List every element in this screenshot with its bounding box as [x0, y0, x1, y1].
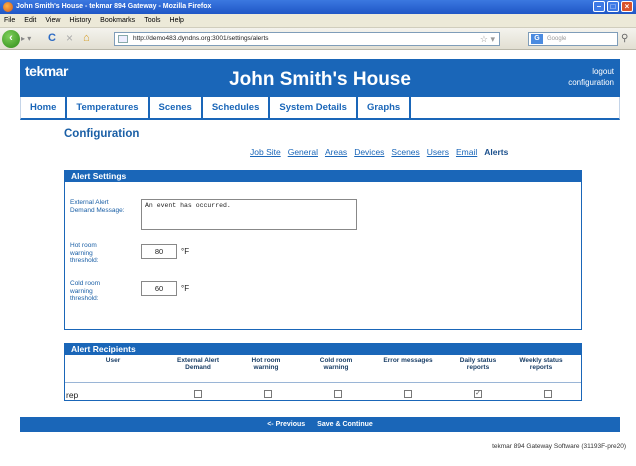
page: tekmar John Smith's House logout configu…	[0, 51, 636, 466]
window-titlebar: John Smith's House - tekmar 894 Gateway …	[0, 0, 636, 14]
logout-link[interactable]: logout	[568, 66, 614, 77]
subnav-email[interactable]: Email	[456, 147, 477, 157]
reload-icon[interactable]: C	[48, 32, 56, 45]
external-alert-message-field[interactable]: An event has occurred.	[141, 199, 357, 230]
page-title: Configuration	[64, 128, 140, 140]
subnav-users[interactable]: Users	[427, 147, 449, 157]
site-title: John Smith's House	[229, 69, 411, 90]
forward-dropdown-icon[interactable]: ▸ ▾	[21, 33, 35, 45]
software-version: tekmar 894 Gateway Software (31193F-pre2…	[492, 443, 626, 450]
site-header: tekmar John Smith's House logout configu…	[20, 59, 620, 97]
menu-edit[interactable]: Edit	[24, 14, 36, 27]
search-input[interactable]: G Google	[528, 32, 618, 46]
tab-home[interactable]: Home	[21, 97, 68, 118]
hot-room-label: Hot room warning threshold:	[70, 242, 99, 264]
subnav-scenes[interactable]: Scenes	[391, 147, 419, 157]
stop-icon[interactable]: ×	[66, 31, 73, 45]
checkbox-cold-room-warning[interactable]	[334, 390, 342, 398]
search-engine-icon[interactable]: G	[531, 34, 543, 44]
menu-history[interactable]: History	[69, 14, 91, 27]
subnav-general[interactable]: General	[288, 147, 318, 157]
col-external-alert-demand: External Alert Demand	[176, 357, 220, 371]
recipient-user-rep: rep	[66, 390, 79, 400]
menu-tools[interactable]: Tools	[144, 14, 160, 27]
url-text: http://demo483.dyndns.org:3001/settings/…	[133, 35, 269, 42]
alert-recipients-heading: Alert Recipients	[65, 344, 581, 355]
col-error-messages: Error messages	[383, 357, 433, 364]
previous-button[interactable]: <- Previous	[267, 421, 305, 428]
col-hot-room-warning: Hot room warning	[251, 357, 281, 371]
external-alert-label: External Alert Demand Message:	[70, 199, 125, 214]
subnav-alerts[interactable]: Alerts	[484, 147, 508, 157]
navigation-toolbar: ‹ ▸ ▾ C × ⌂ http://demo483.dyndns.org:30…	[0, 28, 636, 50]
home-icon[interactable]: ⌂	[83, 32, 90, 45]
url-bar[interactable]: http://demo483.dyndns.org:3001/settings/…	[114, 32, 500, 46]
checkbox-external-alert-demand[interactable]	[194, 390, 202, 398]
minimize-icon[interactable]: –	[593, 1, 605, 12]
tab-schedules[interactable]: Schedules	[202, 97, 271, 118]
col-cold-room-warning: Cold room warning	[319, 357, 353, 371]
subnav-devices[interactable]: Devices	[354, 147, 384, 157]
tab-graphs[interactable]: Graphs	[357, 97, 412, 118]
config-subnav: Job Site General Areas Devices Scenes Us…	[250, 147, 508, 157]
hot-room-threshold-input[interactable]: 80	[141, 244, 177, 259]
close-icon[interactable]: ×	[621, 1, 633, 12]
checkbox-daily-status-reports[interactable]: ✓	[474, 390, 482, 398]
checkbox-weekly-status-reports[interactable]	[544, 390, 552, 398]
tab-scenes[interactable]: Scenes	[149, 97, 203, 118]
bookmark-star-icon[interactable]: ☆ ▾	[480, 33, 495, 45]
alert-settings-panel: Alert Settings External Alert Demand Mes…	[64, 170, 582, 330]
tab-system-details[interactable]: System Details	[270, 97, 358, 118]
menu-view[interactable]: View	[45, 14, 60, 27]
tab-temperatures[interactable]: Temperatures	[67, 97, 150, 118]
alert-settings-heading: Alert Settings	[65, 171, 581, 182]
menu-file[interactable]: File	[4, 14, 15, 27]
firefox-icon	[3, 2, 13, 12]
checkbox-error-messages[interactable]	[404, 390, 412, 398]
cold-unit: °F	[181, 284, 190, 293]
checkbox-hot-room-warning[interactable]	[264, 390, 272, 398]
menu-bookmarks[interactable]: Bookmarks	[100, 14, 135, 27]
menu-help[interactable]: Help	[170, 14, 184, 27]
col-user: User	[105, 357, 121, 364]
search-go-icon[interactable]: ⚲	[621, 33, 628, 44]
alert-recipients-panel: Alert Recipients User External Alert Dem…	[64, 343, 582, 401]
maximize-icon[interactable]: □	[607, 1, 619, 12]
search-placeholder: Google	[547, 36, 567, 42]
configuration-link[interactable]: configuration	[568, 77, 614, 88]
subnav-job-site[interactable]: Job Site	[250, 147, 281, 157]
cold-room-label: Cold room warning threshold:	[70, 280, 100, 302]
hot-unit: °F	[181, 247, 190, 256]
back-arrow-icon[interactable]: ‹	[2, 30, 20, 48]
footer-bar: <- Previous Save & Continue	[20, 417, 620, 432]
save-continue-button[interactable]: Save & Continue	[317, 421, 373, 428]
window-title: John Smith's House - tekmar 894 Gateway …	[16, 3, 212, 10]
main-tabs: Home Temperatures Scenes Schedules Syste…	[20, 97, 620, 120]
cold-room-threshold-input[interactable]: 60	[141, 281, 177, 296]
col-weekly-status-reports: Weekly status reports	[519, 357, 563, 371]
table-divider	[65, 382, 581, 383]
menu-bar: File Edit View History Bookmarks Tools H…	[0, 14, 636, 28]
col-daily-status-reports: Daily status reports	[459, 357, 497, 371]
subnav-areas[interactable]: Areas	[325, 147, 347, 157]
page-favicon-icon	[118, 35, 128, 43]
